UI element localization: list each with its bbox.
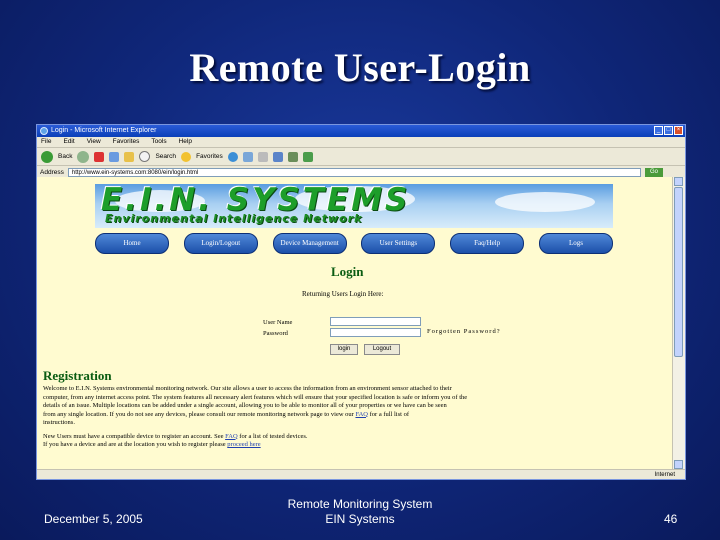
registration-line: instructions. bbox=[43, 419, 75, 426]
proceed-note: If you have a device and are at the loca… bbox=[43, 441, 655, 450]
scroll-up-arrow-icon[interactable] bbox=[674, 177, 683, 186]
back-button-label[interactable]: Back bbox=[58, 153, 72, 160]
forgot-password-link[interactable]: Forgotten Password? bbox=[427, 328, 501, 335]
vertical-scrollbar[interactable] bbox=[672, 177, 685, 469]
media-icon[interactable] bbox=[227, 151, 238, 162]
search-button-label[interactable]: Search bbox=[155, 153, 176, 160]
print-icon[interactable] bbox=[257, 151, 268, 162]
mail-icon[interactable] bbox=[242, 151, 253, 162]
note-text: for a list of tested devices. bbox=[239, 432, 308, 440]
scroll-down-arrow-icon[interactable] bbox=[674, 460, 683, 469]
proceed-link[interactable]: proceed here bbox=[227, 441, 260, 448]
username-input[interactable] bbox=[330, 317, 421, 326]
footer-center-line1: Remote Monitoring System bbox=[287, 497, 433, 511]
login-subheading: Returning Users Login Here: bbox=[302, 290, 384, 298]
status-zone: Internet bbox=[654, 472, 675, 478]
minimize-button[interactable]: _ bbox=[654, 126, 663, 135]
favorites-button-label[interactable]: Favorites bbox=[196, 153, 223, 160]
go-button[interactable]: Go bbox=[645, 167, 663, 177]
nav-user-settings[interactable]: User Settings bbox=[361, 233, 436, 254]
nav-logs[interactable]: Logs bbox=[538, 233, 613, 254]
nav-faq-help[interactable]: Faq/Help bbox=[450, 233, 525, 254]
note-text: If you have a device and are at the loca… bbox=[43, 441, 226, 448]
logout-button[interactable]: Logout bbox=[364, 344, 400, 355]
slide-title: Remote User-Login bbox=[189, 45, 531, 90]
faq-link[interactable]: FAQ bbox=[225, 433, 238, 440]
footer-center: Remote Monitoring System EIN Systems bbox=[260, 497, 460, 527]
login-heading: Login bbox=[331, 264, 364, 279]
browser-toolbar: Back Search Favorites bbox=[37, 148, 685, 166]
page-viewport: E.I.N. SYSTEMS Environmental Intelligenc… bbox=[37, 177, 673, 469]
footer-date: December 5, 2005 bbox=[44, 512, 143, 526]
back-arrow-icon[interactable] bbox=[41, 150, 53, 163]
registration-text: Welcome to E.I.N. Systems environmental … bbox=[43, 385, 655, 450]
nav-login-logout[interactable]: Login/Logout bbox=[183, 233, 258, 254]
login-button[interactable]: login bbox=[330, 344, 358, 355]
menu-edit[interactable]: Edit bbox=[63, 137, 74, 147]
messenger-icon[interactable] bbox=[302, 151, 313, 162]
registration-line: from any single location. If you do not … bbox=[43, 411, 655, 420]
window-controls: _ □ × bbox=[654, 126, 683, 135]
registration-line: details of an issue. Multiple locations … bbox=[43, 402, 447, 409]
note-text: New Users must have a compatible device … bbox=[43, 432, 224, 440]
banner-subtitle: Environmental Intelligence Network bbox=[105, 212, 363, 225]
scrollbar-thumb[interactable] bbox=[674, 187, 683, 357]
registration-line-text: from any single location. If you do not … bbox=[43, 410, 354, 418]
browser-window: Login - Microsoft Internet Explorer _ □ … bbox=[36, 124, 686, 480]
registration-line: Welcome to E.I.N. Systems environmental … bbox=[43, 385, 452, 392]
internet-explorer-icon bbox=[40, 127, 48, 135]
password-input[interactable] bbox=[330, 328, 421, 337]
faq-inline-suffix: for a full list of bbox=[369, 410, 409, 418]
nav-device-management[interactable]: Device Management bbox=[272, 233, 347, 254]
maximize-button[interactable]: □ bbox=[664, 126, 673, 135]
stop-icon[interactable] bbox=[94, 151, 105, 162]
menu-bar: File Edit View Favorites Tools Help bbox=[37, 137, 685, 148]
search-icon[interactable] bbox=[139, 151, 151, 162]
footer-center-line2: EIN Systems bbox=[325, 512, 395, 526]
discuss-icon[interactable] bbox=[287, 151, 298, 162]
address-input[interactable]: http://www.ein-systems.com:8080/ein/logi… bbox=[67, 167, 641, 177]
status-bar: Internet bbox=[37, 469, 685, 479]
username-label: User Name bbox=[263, 319, 293, 326]
faq-inline-link[interactable]: FAQ bbox=[355, 411, 368, 418]
edit-icon[interactable] bbox=[272, 151, 283, 162]
forward-arrow-icon[interactable] bbox=[77, 150, 90, 163]
registration-line: computer, from any internet access point… bbox=[43, 393, 468, 401]
refresh-icon[interactable] bbox=[109, 151, 120, 162]
window-title: Login - Microsoft Internet Explorer bbox=[51, 127, 157, 134]
address-label: Address bbox=[40, 168, 64, 176]
home-icon[interactable] bbox=[124, 151, 135, 162]
menu-help[interactable]: Help bbox=[179, 137, 192, 147]
site-banner: E.I.N. SYSTEMS Environmental Intelligenc… bbox=[95, 184, 613, 228]
close-button[interactable]: × bbox=[674, 126, 683, 135]
slide-number: 46 bbox=[664, 512, 678, 526]
favorites-star-icon[interactable] bbox=[181, 151, 192, 162]
menu-file[interactable]: File bbox=[41, 137, 51, 147]
password-label: Password bbox=[263, 330, 288, 337]
banner-cloud bbox=[495, 192, 595, 212]
site-nav: Home Login/Logout Device Management User… bbox=[95, 233, 613, 254]
menu-tools[interactable]: Tools bbox=[151, 137, 166, 147]
window-titlebar: Login - Microsoft Internet Explorer _ □ … bbox=[37, 125, 685, 137]
registration-heading: Registration bbox=[43, 368, 112, 383]
menu-favorites[interactable]: Favorites bbox=[113, 137, 140, 147]
nav-home[interactable]: Home bbox=[95, 233, 169, 254]
menu-view[interactable]: View bbox=[87, 137, 101, 147]
new-users-note: New Users must have a compatible device … bbox=[43, 433, 655, 442]
